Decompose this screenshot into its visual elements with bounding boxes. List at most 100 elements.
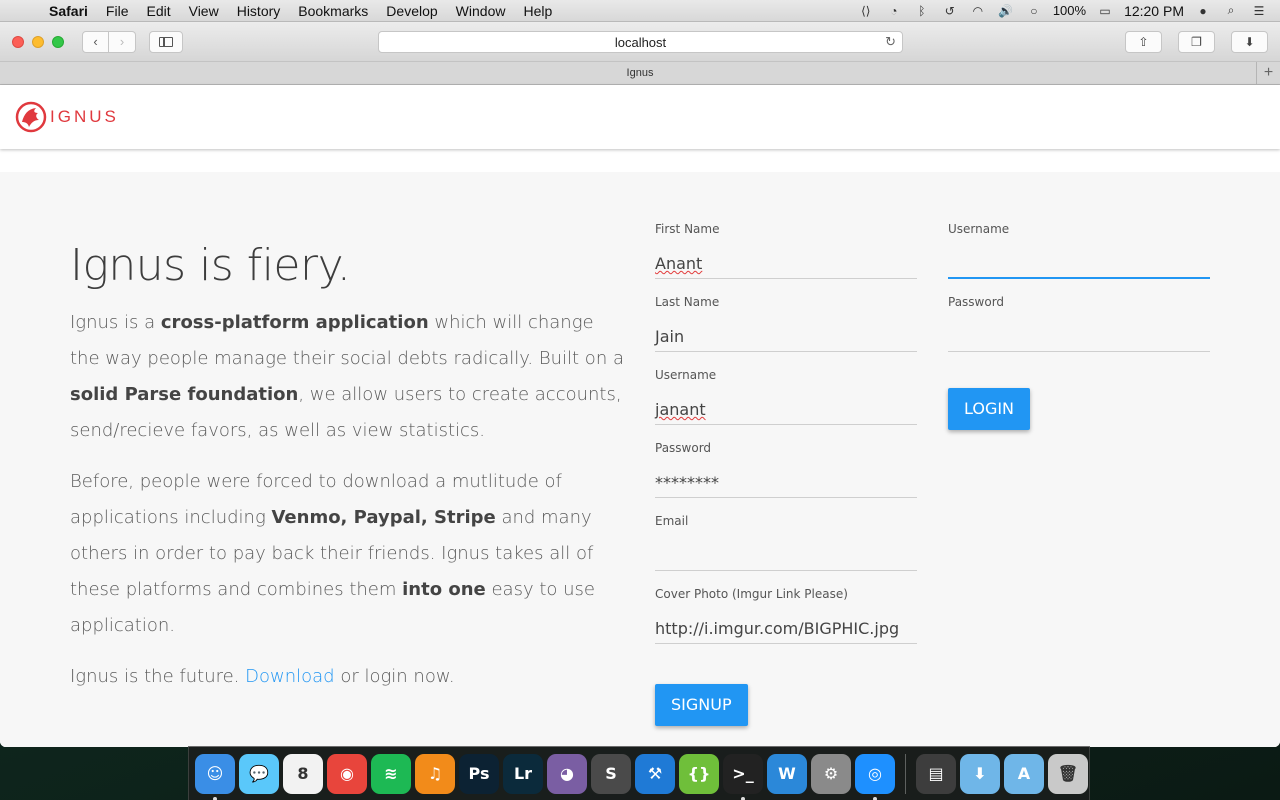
signup-username-field: Username janant: [655, 368, 917, 441]
first-name-field: First Name Anant: [655, 222, 917, 295]
email-input[interactable]: [655, 536, 917, 571]
time-machine-icon[interactable]: ↺: [941, 4, 959, 18]
notification-center-icon[interactable]: ☰: [1250, 4, 1268, 18]
trash-icon[interactable]: 🗑: [1048, 753, 1088, 794]
address-bar[interactable]: localhost ↻: [378, 31, 903, 53]
wifi-icon[interactable]: ◠: [969, 4, 987, 18]
close-window-button[interactable]: [12, 35, 24, 48]
chevron-right-icon: ›: [119, 34, 125, 49]
email-label: Email: [655, 514, 689, 528]
first-name-input[interactable]: Anant: [655, 244, 917, 279]
reload-icon[interactable]: ↻: [885, 34, 896, 50]
user-icon[interactable]: ●: [1194, 4, 1212, 18]
photoshop-icon[interactable]: Ps: [459, 753, 499, 794]
menu-edit[interactable]: Edit: [137, 3, 179, 19]
downloads-folder-icon[interactable]: ⬇: [960, 753, 1000, 794]
dock-separator: [905, 753, 906, 794]
system-preferences-icon[interactable]: ⚙: [811, 753, 851, 794]
intro-paragraph-1: Ignus is a cross-platform application wh…: [70, 312, 624, 441]
chrome-icon[interactable]: ◉: [327, 753, 367, 794]
signup-password-label: Password: [655, 441, 712, 455]
bluetooth-icon[interactable]: ᛒ: [913, 4, 931, 18]
tabs-icon: ❐: [1191, 35, 1202, 49]
tab-ignus[interactable]: Ignus: [627, 67, 654, 79]
intro-text: Ignus is fiery. Ignus is a cross-platfor…: [70, 240, 625, 710]
wunderlist-icon[interactable]: W: [767, 753, 807, 794]
sidebar-toggle-button[interactable]: [149, 30, 183, 53]
first-name-label: First Name: [655, 222, 720, 236]
dock: ☺ 💬 8 ◉ ≋ ♫ Ps Lr ◕ S ⚒{} >_ W ⚙ ◎ ▤ ⬇ A 🗑: [188, 746, 1090, 800]
minimize-window-button[interactable]: [32, 35, 44, 48]
login-password-field: Password: [948, 295, 1210, 368]
menu-file[interactable]: File: [97, 3, 138, 19]
last-name-label: Last Name: [655, 295, 720, 309]
login-username-label: Username: [948, 222, 1010, 236]
app-menu[interactable]: Safari: [40, 3, 97, 19]
headphones-icon[interactable]: ♫: [415, 753, 455, 794]
window-controls: [12, 35, 64, 48]
intro-paragraph-2: Before, people were forced to download a…: [70, 471, 595, 636]
brackets-icon[interactable]: {}: [679, 753, 719, 794]
menu-bookmarks[interactable]: Bookmarks: [289, 3, 377, 19]
email-field: Email: [655, 514, 917, 587]
spotlight-search-icon[interactable]: ⌕: [1222, 3, 1240, 18]
signup-username-label: Username: [655, 368, 717, 382]
volume-icon[interactable]: 🔊: [997, 4, 1015, 18]
cover-photo-input[interactable]: http://i.imgur.com/BIGPHIC.jpg: [655, 609, 917, 644]
show-tabs-button[interactable]: ❐: [1178, 31, 1215, 53]
menu-bar: Safari File Edit View History Bookmarks …: [0, 0, 1280, 22]
signup-button[interactable]: Signup: [655, 684, 748, 726]
menu-help[interactable]: Help: [514, 3, 561, 19]
last-name-field: Last Name Jain: [655, 295, 917, 368]
safari-icon[interactable]: ◎: [855, 753, 895, 800]
login-username-input[interactable]: [948, 244, 1210, 279]
terminal-icon[interactable]: >_: [723, 753, 763, 800]
hero-section: Ignus is fiery. Ignus is a cross-platfor…: [0, 172, 1280, 747]
site-logo[interactable]: IGNUS: [14, 100, 119, 134]
lightroom-icon[interactable]: Lr: [503, 753, 543, 794]
notification-bubble-icon[interactable]: ○: [1025, 4, 1043, 18]
download-icon: ⬇: [1244, 35, 1255, 49]
dragon-logo-icon: [15, 101, 47, 133]
calendar-icon[interactable]: 8: [283, 753, 323, 794]
new-tab-button[interactable]: +: [1256, 62, 1280, 84]
download-link[interactable]: Download: [245, 666, 334, 687]
applications-folder-icon[interactable]: A: [1004, 753, 1044, 794]
signup-password-field: Password ********: [655, 441, 917, 514]
site-header: IGNUS: [0, 85, 1280, 149]
code-icon[interactable]: ⟨⟩: [857, 4, 875, 18]
signup-password-input[interactable]: ********: [655, 463, 917, 498]
sublime-icon[interactable]: S: [591, 753, 631, 794]
login-password-input[interactable]: [948, 317, 1210, 352]
sidebar-icon: [159, 36, 173, 47]
running-indicator: [873, 796, 877, 800]
menu-develop[interactable]: Develop: [377, 3, 446, 19]
battery-icon[interactable]: ▭: [1096, 4, 1114, 18]
finder-icon[interactable]: ☺: [195, 753, 235, 800]
messages-icon[interactable]: 💬: [239, 753, 279, 794]
last-name-input[interactable]: Jain: [655, 317, 917, 352]
sync-icon[interactable]: ◔: [885, 4, 903, 18]
back-button[interactable]: ‹: [82, 30, 109, 53]
zoom-window-button[interactable]: [52, 35, 64, 48]
intro-paragraph-3: Ignus is the future. Download or login n…: [70, 666, 455, 687]
forward-button[interactable]: ›: [109, 30, 136, 53]
spotify-icon[interactable]: ≋: [371, 753, 411, 794]
xcode-icon[interactable]: ⚒: [635, 753, 675, 794]
menu-window[interactable]: Window: [447, 3, 515, 19]
downloads-button[interactable]: ⬇: [1231, 31, 1268, 53]
menu-view[interactable]: View: [180, 3, 228, 19]
web-page: IGNUS Ignus is fiery. Ignus is a cross-p…: [0, 85, 1280, 747]
menu-history[interactable]: History: [228, 3, 290, 19]
signup-username-input[interactable]: janant: [655, 390, 917, 425]
running-indicator: [213, 796, 217, 800]
login-password-label: Password: [948, 295, 1005, 309]
github-icon[interactable]: ◕: [547, 753, 587, 794]
folder-stack-icon[interactable]: ▤: [916, 753, 956, 794]
running-indicator: [741, 796, 745, 800]
login-button[interactable]: Login: [948, 388, 1031, 430]
share-button[interactable]: ⇧: [1125, 31, 1162, 53]
logo-text: IGNUS: [50, 107, 119, 126]
share-icon: ⇧: [1138, 35, 1149, 49]
menu-clock[interactable]: 12:20 PM: [1124, 3, 1184, 19]
